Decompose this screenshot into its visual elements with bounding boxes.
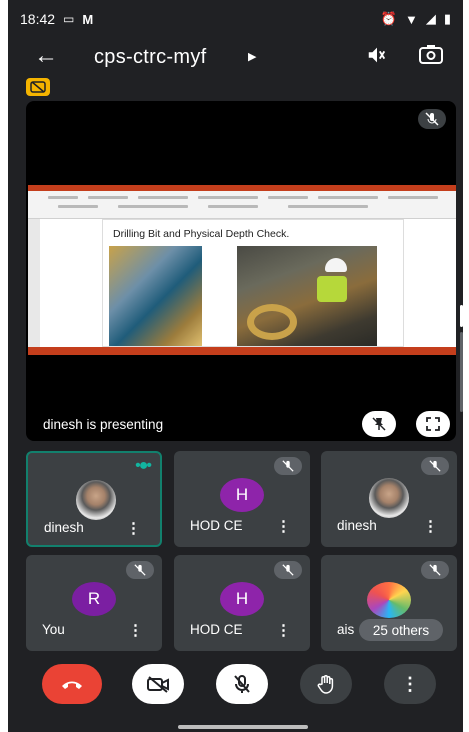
more-options-button[interactable]: ⋮	[384, 664, 436, 704]
raise-hand-icon	[317, 675, 334, 694]
avatar: H	[220, 582, 264, 616]
mic-off-icon	[274, 561, 302, 579]
participant-tile[interactable]: R You ⋮	[26, 555, 162, 651]
status-time: 18:42	[20, 11, 56, 27]
camera-toggle-button[interactable]	[132, 664, 184, 704]
mic-toggle-button[interactable]	[216, 664, 268, 704]
wifi-icon: ▼	[404, 11, 418, 27]
back-arrow-icon[interactable]: ←	[34, 42, 58, 70]
drill-bit-photo	[109, 246, 202, 346]
fullscreen-icon[interactable]	[416, 411, 450, 437]
slide: Drilling Bit and Physical Depth Check.	[102, 219, 404, 347]
avatar	[369, 478, 409, 518]
participant-name: HOD CE	[190, 622, 243, 637]
end-call-button[interactable]	[42, 664, 102, 704]
camera-flip-icon[interactable]	[419, 44, 443, 71]
mic-off-icon	[418, 109, 446, 129]
home-indicator[interactable]	[178, 725, 308, 729]
phone-screen: 18:42 ▭ M ⏰ ▼ ◢ ▮ ← cps-ctrc-myf ▶ Drill…	[8, 0, 463, 732]
participant-tile[interactable]: •●• dinesh ⋮	[26, 451, 162, 547]
gmail-icon: M	[82, 11, 94, 27]
presenting-label: dinesh is presenting	[43, 417, 164, 432]
status-bar: 18:42 ▭ M ⏰ ▼ ◢ ▮	[8, 0, 463, 38]
caret-right-icon[interactable]: ▶	[248, 50, 256, 63]
captions-off-icon[interactable]	[26, 78, 50, 96]
speaking-indicator-icon: •●•	[135, 457, 152, 474]
participant-tile[interactable]: H HOD CE ⋮	[174, 451, 310, 547]
presentation-stage[interactable]: Drilling Bit and Physical Depth Check. d…	[26, 101, 456, 441]
vest-shape	[317, 276, 347, 302]
participant-name: HOD CE	[190, 518, 243, 533]
scroll-track	[460, 332, 463, 412]
avatar	[76, 480, 116, 520]
participant-name: You	[42, 622, 65, 637]
signal-icon: ◢	[425, 11, 436, 26]
others-count: 25 others	[359, 619, 443, 641]
mic-off-icon	[234, 675, 250, 693]
participant-name: dinesh	[44, 520, 84, 535]
more-vert-icon[interactable]: ⋮	[276, 517, 291, 535]
avatar: H	[220, 478, 264, 512]
mic-off-icon	[421, 457, 449, 475]
wellhead-shape	[247, 304, 297, 340]
helmet-shape	[325, 258, 347, 272]
others-tile[interactable]: ais 25 others	[321, 555, 457, 651]
camera-off-icon	[147, 676, 169, 693]
participant-name: dinesh	[337, 518, 377, 533]
mic-off-icon	[126, 561, 154, 579]
participant-name-truncated: ais	[337, 622, 355, 637]
avatar: R	[72, 582, 116, 616]
more-vert-icon[interactable]: ⋮	[128, 621, 143, 639]
depth-check-photo	[237, 246, 377, 346]
battery-icon: ▮	[443, 11, 451, 26]
raise-hand-button[interactable]	[300, 664, 352, 704]
unpin-icon[interactable]	[362, 411, 396, 437]
mic-off-icon	[421, 561, 449, 579]
avatar	[367, 582, 411, 618]
call-controls: ⋮	[8, 664, 463, 708]
ppt-ribbon	[28, 191, 456, 219]
more-vert-icon[interactable]: ⋮	[423, 517, 438, 535]
ppt-statusbar	[28, 347, 456, 355]
cast-icon: ▭	[63, 12, 75, 26]
shared-screen: Drilling Bit and Physical Depth Check.	[28, 185, 456, 355]
participant-tile[interactable]: dinesh ⋮	[321, 451, 457, 547]
audio-output-icon[interactable]	[366, 44, 388, 71]
scroll-thumb[interactable]	[460, 305, 463, 327]
ppt-thumbnail-pane	[28, 219, 40, 347]
participant-tile[interactable]: H HOD CE ⋮	[174, 555, 310, 651]
end-call-icon	[62, 681, 82, 689]
mic-off-icon	[274, 457, 302, 475]
more-vert-icon[interactable]: ⋮	[126, 519, 141, 537]
meeting-code[interactable]: cps-ctrc-myf	[94, 46, 206, 69]
more-vert-icon[interactable]: ⋮	[276, 621, 291, 639]
meeting-header: ← cps-ctrc-myf ▶	[8, 38, 463, 78]
more-vert-icon: ⋮	[401, 673, 419, 694]
slide-title: Drilling Bit and Physical Depth Check.	[113, 228, 290, 240]
alarm-icon: ⏰	[380, 11, 397, 26]
